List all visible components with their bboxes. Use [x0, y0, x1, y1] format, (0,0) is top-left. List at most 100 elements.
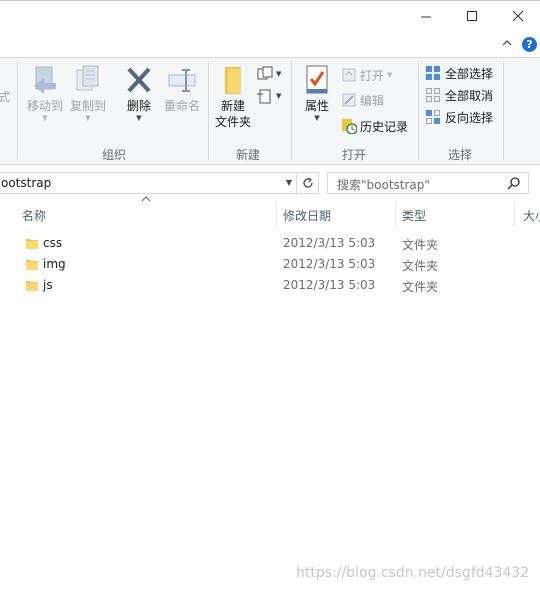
new-folder-button[interactable]: 新建 文件夹: [214, 64, 252, 130]
rename-button[interactable]: 重命名: [160, 64, 204, 114]
group-separator: [208, 62, 209, 160]
column-header-size[interactable]: 大小: [515, 201, 540, 227]
new-folder-label-2: 文件夹: [214, 115, 251, 129]
file-type: 文件夹: [402, 259, 439, 273]
history-button[interactable]: 历史记录: [341, 116, 408, 136]
new-folder-icon: [225, 67, 241, 94]
group-label-organize: 组织: [102, 148, 127, 162]
chevron-down-icon: ▼: [136, 114, 142, 122]
select-none-label: 全部取消: [445, 88, 494, 103]
group-separator: [418, 62, 419, 160]
new-folder-label-1: 新建: [220, 99, 245, 113]
chevron-down-icon: ▼: [276, 92, 282, 100]
chevron-down-icon: ▼: [85, 114, 91, 122]
select-all-label: 全部选择: [445, 66, 494, 81]
open-button[interactable]: 打开 ▼: [341, 65, 392, 85]
select-all-icon: [426, 65, 440, 80]
delete-icon: [127, 67, 151, 93]
folder-icon: [26, 281, 38, 291]
column-header-type[interactable]: 类型: [396, 201, 514, 227]
chevron-down-icon: ▼: [276, 70, 282, 78]
group-separator: [17, 62, 18, 160]
easy-access-icon: [257, 89, 271, 104]
file-type: 文件夹: [402, 238, 439, 252]
history-icon: [342, 119, 357, 134]
file-name: img: [43, 257, 66, 271]
open-icon: [342, 68, 356, 82]
properties-icon: [306, 65, 328, 94]
copy-to-label: 复制到: [69, 99, 106, 113]
select-none-button[interactable]: 全部取消: [425, 85, 493, 105]
properties-button[interactable]: 属性 ▼: [299, 64, 335, 122]
ribbon: 式 移动到 ▼ 复制到 ▼ 删除 ▼ 重命名 组织 新建 文件夹 ▼ ▼ 新建 …: [0, 58, 540, 165]
chevron-down-icon: ▼: [42, 114, 48, 122]
refresh-button[interactable]: [296, 173, 318, 193]
minimize-button[interactable]: [403, 1, 449, 31]
column-header-name[interactable]: 名称: [17, 201, 276, 227]
rename-label: 重命名: [163, 99, 200, 113]
chevron-down-icon: ▼: [387, 71, 393, 79]
search-placeholder: 搜索"bootstrap": [337, 178, 430, 192]
file-row[interactable]: css 2012/3/13 5:03 文件夹: [17, 233, 477, 254]
column-header-modified-label: 修改日期: [283, 209, 332, 223]
collapse-ribbon-icon[interactable]: [502, 39, 512, 47]
edit-icon: [342, 93, 356, 107]
folder-icon: [26, 260, 38, 270]
file-row[interactable]: js 2012/3/13 5:03 文件夹: [17, 275, 477, 296]
rename-icon: [168, 69, 196, 92]
file-date: 2012/3/13 5:03: [283, 278, 376, 292]
help-icon[interactable]: ?: [522, 37, 537, 52]
move-to-icon: [34, 66, 56, 94]
invert-selection-button[interactable]: 反向选择: [425, 107, 493, 127]
properties-label: 属性: [304, 99, 329, 113]
group-label-select: 选择: [448, 148, 473, 162]
move-to-label: 移动到: [26, 99, 63, 113]
column-header-size-label: 大小: [523, 209, 540, 223]
file-type: 文件夹: [402, 280, 439, 294]
search-box[interactable]: 搜索"bootstrap": [327, 172, 529, 194]
move-to-button[interactable]: 移动到 ▼: [26, 64, 64, 122]
select-all-button[interactable]: 全部选择: [425, 63, 493, 83]
folder-icon: [26, 239, 38, 249]
group-separator: [291, 62, 292, 160]
search-icon[interactable]: [507, 176, 521, 190]
group-separator: [503, 62, 504, 160]
group-label-new: 新建: [236, 148, 261, 162]
invert-selection-icon: [426, 109, 440, 124]
chevron-down-icon[interactable]: ▼: [286, 178, 292, 187]
file-date: 2012/3/13 5:03: [283, 257, 376, 271]
delete-label: 删除: [126, 99, 151, 113]
chevron-down-icon: ▼: [314, 114, 320, 122]
copy-to-button[interactable]: 复制到 ▼: [68, 64, 108, 122]
new-item-button[interactable]: ▼: [257, 64, 281, 84]
invert-selection-label: 反向选择: [445, 110, 494, 125]
file-row[interactable]: img 2012/3/13 5:03 文件夹: [17, 254, 477, 275]
delete-button[interactable]: 删除 ▼: [120, 64, 158, 122]
edit-button[interactable]: 编辑: [341, 90, 384, 110]
maximize-button[interactable]: [449, 1, 495, 31]
edit-label: 编辑: [360, 93, 385, 108]
file-name: css: [43, 236, 63, 250]
title-bar: [0, 0, 540, 30]
close-button[interactable]: [495, 1, 540, 31]
watermark-text: https://blog.csdn.net/dsgfd43432: [296, 565, 530, 581]
close-icon: [512, 10, 524, 22]
easy-access-button[interactable]: ▼: [257, 86, 281, 106]
column-header-name-label: 名称: [22, 209, 47, 223]
address-bar[interactable]: ootstrap ▼: [0, 172, 319, 194]
new-item-icon: [257, 66, 273, 80]
group-label-open: 打开: [342, 148, 367, 162]
maximize-icon: [467, 11, 477, 21]
column-header-modified[interactable]: 修改日期: [277, 201, 395, 227]
history-label: 历史记录: [360, 119, 409, 134]
navigation-bar: ootstrap ▼ 搜索"bootstrap": [0, 165, 540, 201]
ribbon-tab-strip: ?: [0, 30, 540, 58]
column-header-type-label: 类型: [402, 209, 427, 223]
refresh-icon: [302, 177, 313, 188]
address-path: ootstrap: [1, 176, 52, 190]
copy-to-icon: [76, 65, 99, 91]
open-label: 打开: [360, 68, 385, 83]
select-none-icon: [426, 87, 440, 102]
file-name: js: [43, 278, 53, 292]
clipped-label: 式: [0, 90, 11, 104]
